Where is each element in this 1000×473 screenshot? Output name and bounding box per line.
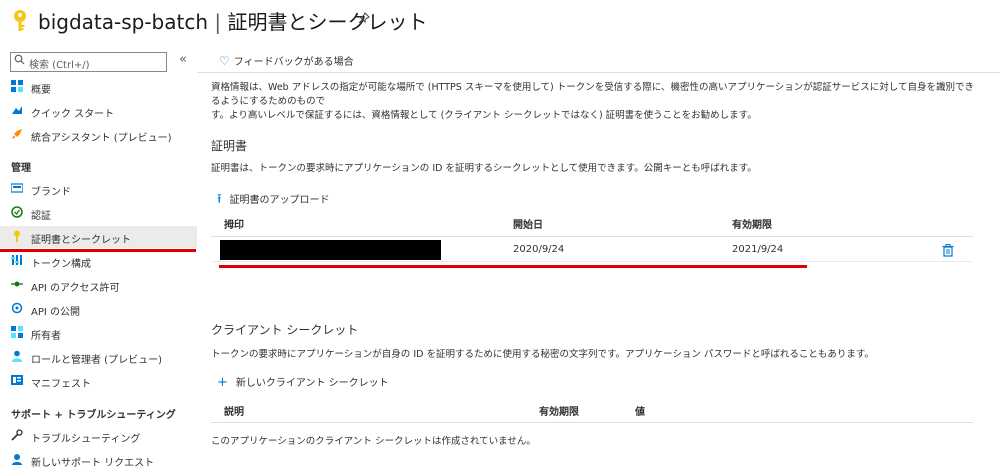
sidebar-item-label: ブランド [31,187,71,198]
resource-name: bigdata-sp-batch [38,10,209,34]
feedback-button[interactable]: ♡ フィードバックがある場合 [219,53,354,68]
expose-api-icon [11,302,23,314]
pin-icon[interactable] [358,12,370,28]
sidebar-item-integration-assistant[interactable]: 統合アシスタント (プレビュー) [0,124,197,146]
column-thumbprint: 拇印 [224,220,244,231]
column-value: 値 [635,407,645,418]
description-line: 資格情報は、Web アドレスの指定が可能な場所で (HTTPS スキーマを使用し… [211,82,975,107]
sidebar-item-expose-api[interactable]: API の公開 [0,298,197,320]
description-line: す。より高いレベルで保証するには、資格情報として (クライアント シークレットで… [211,110,757,121]
new-secret-label: 新しいクライアント シークレット [235,378,389,389]
sidebar-item-label: クイック スタート [31,109,115,120]
roles-icon [11,350,23,362]
certificates-description: 証明書は、トークンの要求時にアプリケーションの ID を証明するシークレットとし… [211,163,757,174]
client-secrets-description: トークンの要求時にアプリケーションが自身の ID を証明するために使用する秘密の… [211,349,874,360]
new-client-secret-button[interactable]: + 新しいクライアント シークレット [217,374,389,390]
api-permissions-icon [11,278,23,290]
sidebar-item-label: トークン構成 [31,259,91,270]
highlight-underline-sidebar [0,249,196,252]
sidebar-item-label: 新しいサポート リクエスト [31,458,155,469]
sidebar-item-quickstart[interactable]: クイック スタート [0,100,197,122]
column-description: 説明 [224,407,244,418]
table-header-divider [211,236,973,237]
sidebar-item-certificates-secrets[interactable]: 証明書とシークレット [0,226,197,248]
main-content: ♡ フィードバックがある場合 資格情報は、Web アドレスの指定が可能な場所で (… [197,44,1000,473]
empty-state-message: このアプリケーションのクライアント シークレットは作成されていません。 [211,436,536,447]
sidebar-item-label: 認証 [31,211,51,222]
quickstart-icon [11,104,23,116]
sidebar-item-roles-admins[interactable]: ロールと管理者 (プレビュー) [0,346,197,368]
page-description: 資格情報は、Web アドレスの指定が可能な場所で (HTTPS スキーマを使用し… [211,81,981,123]
heart-icon: ♡ [219,54,230,68]
sidebar: 検索 (Ctrl+/) « 概要 クイック スタート 統合アシスタント (プレビ… [0,44,197,473]
sidebar-item-label: 所有者 [31,331,61,342]
upload-label: 証明書のアップロード [229,195,330,206]
column-expires: 有効期限 [732,220,772,231]
row-expires: 2021/9/24 [732,244,784,255]
certificates-title: 証明書 [211,139,248,153]
row-start-date: 2020/9/24 [513,244,565,255]
sidebar-item-label: マニフェスト [31,379,91,390]
section-support: サポート + トラブルシューティング [11,410,176,421]
sidebar-item-label: ロールと管理者 (プレビュー) [31,355,162,366]
sidebar-item-overview[interactable]: 概要 [0,76,197,98]
row-divider [211,261,973,262]
support-icon [11,453,23,465]
key-icon [11,230,23,242]
sidebar-item-authentication[interactable]: 認証 [0,202,197,224]
sidebar-item-label: 概要 [31,85,51,96]
rocket-icon [11,128,23,140]
token-icon [11,254,23,266]
search-icon [14,54,25,68]
toolbar-divider [197,72,1000,73]
feedback-label: フィードバックがある場合 [233,57,354,68]
sidebar-item-troubleshooting[interactable]: トラブルシューティング [0,425,197,447]
authentication-icon [11,206,23,218]
search-placeholder: 検索 (Ctrl+/) [29,60,90,71]
table-header-divider [211,422,973,423]
sidebar-item-label: API の公開 [31,307,80,318]
client-secrets-title: クライアント シークレット [211,323,359,337]
sidebar-item-manifest[interactable]: マニフェスト [0,370,197,392]
owners-icon [11,326,23,338]
overview-icon [11,80,23,92]
sidebar-item-label: トラブルシューティング [31,434,141,445]
upload-certificate-button[interactable]: ⭱ 証明書のアップロード [217,190,330,212]
plus-icon: + [217,375,228,390]
blade-name: 証明書とシークレット [227,10,428,34]
sidebar-item-branding[interactable]: ブランド [0,178,197,200]
highlight-underline-row [219,265,807,268]
sidebar-item-token-configuration[interactable]: トークン構成 [0,250,197,272]
upload-icon: ⭱ [217,192,222,207]
page-header: bigdata-sp-batch | 証明書とシークレット [0,0,1000,44]
sidebar-item-api-permissions[interactable]: API のアクセス許可 [0,274,197,296]
wrench-icon [11,429,23,441]
sidebar-item-label: 統合アシスタント (プレビュー) [31,133,172,144]
column-secret-expires: 有効期限 [539,407,579,418]
branding-icon [10,182,24,194]
sidebar-item-new-support-request[interactable]: 新しいサポート リクエスト [0,449,197,471]
section-manage: 管理 [11,163,31,174]
column-start-date: 開始日 [513,220,543,231]
manifest-icon [11,374,23,386]
search-input[interactable]: 検索 (Ctrl+/) [10,52,167,72]
collapse-sidebar-button[interactable]: « [179,52,187,67]
sidebar-item-label: API のアクセス許可 [31,283,120,294]
redacted-thumbprint [220,240,441,260]
delete-icon[interactable] [942,242,954,261]
title-separator: | [214,10,222,34]
sidebar-item-owners[interactable]: 所有者 [0,322,197,344]
key-icon [12,9,28,37]
sidebar-item-label: 証明書とシークレット [31,235,131,246]
